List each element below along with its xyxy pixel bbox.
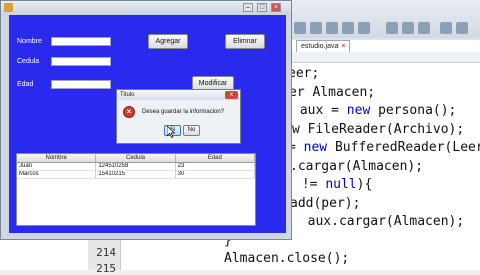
toolbar-icon[interactable] [326,22,338,34]
code-token: BufferedReader(Leer [327,140,480,155]
close-icon[interactable]: × [271,3,281,12]
table-cell: 30 [176,171,255,178]
table-row[interactable]: Juan 124510258 23 [17,163,255,171]
code-token: ){ [356,177,373,192]
mouse-cursor-icon [166,125,176,143]
code-line[interactable]: add(per); [290,196,360,211]
code-token: null [325,177,357,192]
toolbar-icon[interactable] [294,22,306,34]
code-line[interactable]: Almacen.close(); [224,251,349,266]
dialog-title: Titulo [120,92,135,98]
code-token: new [303,140,328,155]
toolbar-icon[interactable] [386,22,398,34]
dialog-message: Desea guardar la informacion? [142,109,225,115]
app-window: – □ × Nombre Cedula Edad Agregar Elimnar… [0,0,292,240]
editor-subbar [290,52,480,63]
code-token: != [294,177,326,192]
table-cell: Marcos [17,171,97,178]
edad-field[interactable] [51,80,111,89]
code-line[interactable]: aux.cargar(Almacen); [292,214,465,229]
code-token: aux = [292,103,347,118]
cedula-label: Cedula [17,58,40,65]
code-token: persona(); [370,103,457,118]
toolbar-icon[interactable] [418,22,430,34]
toolbar-icon[interactable] [358,22,370,34]
line-number: 214 [96,246,116,259]
toolbar-icon[interactable] [310,22,322,34]
nombre-label: Nombre [17,38,42,45]
table-cell: 124510258 [96,163,176,170]
toolbar-icon[interactable] [402,22,414,34]
code-token: eer; [288,66,320,81]
maximize-icon[interactable]: □ [257,3,267,12]
toolbar-icon[interactable] [440,22,452,34]
editor-tab-label: estudio.java [301,43,339,50]
column-header[interactable]: Nombre [17,154,97,162]
code-line[interactable]: .cargar(Almacen); [290,159,423,174]
toolbar-icon[interactable] [456,22,468,34]
error-icon: × [123,106,135,118]
table-header: Nombre Cedula Edad [17,154,255,163]
table-cell: Juan [17,163,97,170]
code-line[interactable]: er Almacen; [289,85,375,100]
code-token: add(per); [290,195,361,211]
line-number-gutter: 214 215 [88,236,121,275]
window-titlebar: – □ × [1,1,291,15]
persons-table[interactable]: Nombre Cedula Edad Juan 124510258 23 Mar… [16,153,256,226]
code-token: .cargar(Almacen); [290,158,424,174]
code-token: w FileReader(Archivo); [292,121,465,137]
code-line[interactable]: != null){ [294,177,372,192]
edad-label: Edad [17,81,34,88]
table-empty-area [17,179,255,225]
table-cell: 23 [176,163,255,170]
eliminar-button[interactable]: Elimnar [225,34,265,49]
agregar-button[interactable]: Agregar [148,34,188,49]
line-number: 215 [96,262,116,275]
dialog-close-button[interactable]: x [225,91,238,99]
dialog-titlebar: Titulo x [117,90,240,100]
cedula-field[interactable] [51,57,111,66]
code-line[interactable]: = new BufferedReader(Leer [288,140,480,155]
table-row[interactable]: Marcos 15410215 30 [17,171,255,179]
minimize-icon[interactable]: – [243,3,253,12]
column-header[interactable]: Edad [176,154,255,162]
column-header[interactable]: Cedula [96,154,176,162]
code-line[interactable]: aux = new persona(); [292,103,457,118]
code-token: new [346,103,371,118]
ide-toolbar [290,0,480,38]
java-icon [4,3,13,12]
code-token: Almacen.close(); [224,251,350,266]
table-cell: 15410215 [96,171,176,178]
toolbar-icon[interactable] [342,22,354,34]
code-token: aux.cargar(Almacen); [292,214,465,229]
code-line[interactable]: w FileReader(Archivo); [292,122,464,137]
nombre-field[interactable] [51,37,111,46]
confirm-dialog: Titulo x × Desea guardar la informacion?… [116,89,241,144]
no-button[interactable]: No [183,125,200,136]
code-line[interactable]: eer; [288,66,319,81]
code-token: er Almacen; [289,84,376,100]
